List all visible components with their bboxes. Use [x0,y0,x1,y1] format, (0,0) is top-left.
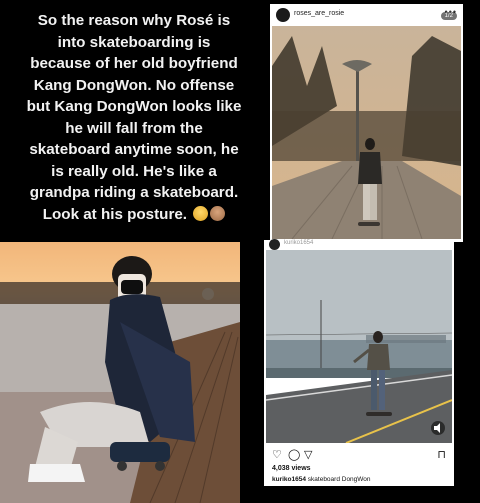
heart-icon[interactable]: ♡ [272,448,282,461]
comment-icon[interactable]: ◯ [288,448,300,461]
share-icon[interactable]: ▽ [304,448,312,461]
seaside-skateboard-photo [266,250,452,443]
view-count: 4,038 views [272,465,311,472]
instagram-post-kuriko: kuriko1654 ♡ ◯ ▽ ⊓ 4,038 views kuriko165… [264,239,454,486]
caption-username[interactable]: kuriko1654 [272,476,306,483]
post-username[interactable]: kuriko1654 [284,240,313,246]
old-man-emoji-icon [210,205,226,221]
meme-caption: So the reason why Rosé is into skateboar… [8,10,260,225]
post-username[interactable]: roses_are_rosie [294,10,344,17]
skateboard-park-photo [272,26,461,239]
avatar[interactable] [269,239,280,250]
post-action-bar: ♡ ◯ ▽ ⊓ [272,448,446,462]
grimace-emoji-icon [193,205,209,221]
instagram-post-rose: roses_are_rosie ••• 1/2 [270,4,463,242]
bookmark-icon[interactable]: ⊓ [437,448,446,461]
post-header: roses_are_rosie ••• [270,4,463,26]
sitting-skateboard-photo [0,242,240,503]
caption-text: skateboard DongWon [307,476,371,483]
carousel-counter: 1/2 [440,12,457,20]
post-caption: kuriko1654 skateboard DongWon [272,476,371,483]
meme-caption-text: So the reason why Rosé is into skateboar… [26,12,242,223]
avatar[interactable] [276,8,290,22]
